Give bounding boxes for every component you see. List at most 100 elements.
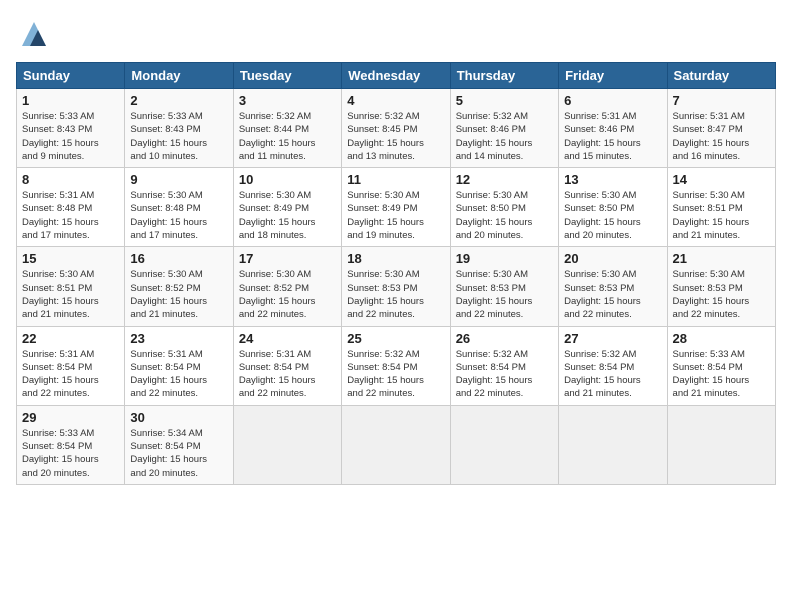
- calendar-cell: 12 Sunrise: 5:30 AMSunset: 8:50 PMDayligh…: [450, 168, 558, 247]
- calendar-row: 15 Sunrise: 5:30 AMSunset: 8:51 PMDayligh…: [17, 247, 776, 326]
- calendar-cell: 16Sunrise: 5:30 AMSunset: 8:52 PMDayligh…: [125, 247, 233, 326]
- day-number: 28: [673, 331, 770, 346]
- calendar-cell: 17Sunrise: 5:30 AMSunset: 8:52 PMDayligh…: [233, 247, 341, 326]
- day-info: Sunrise: 5:31 AMSunset: 8:54 PMDaylight:…: [130, 348, 227, 401]
- calendar-cell: 19 Sunrise: 5:30 AMSunset: 8:53 PMDayligh…: [450, 247, 558, 326]
- col-sunday: Sunday: [17, 63, 125, 89]
- calendar-row: 29Sunrise: 5:33 AMSunset: 8:54 PMDayligh…: [17, 405, 776, 484]
- day-number: 12: [456, 172, 553, 187]
- day-info: Sunrise: 5:30 AMSunset: 8:53 PMDaylight:…: [456, 268, 553, 321]
- calendar-cell: 21Sunrise: 5:30 AMSunset: 8:53 PMDayligh…: [667, 247, 775, 326]
- calendar-cell: 22 Sunrise: 5:31 AMSunset: 8:54 PMDayligh…: [17, 326, 125, 405]
- calendar-cell: 26Sunrise: 5:32 AMSunset: 8:54 PMDayligh…: [450, 326, 558, 405]
- day-info: Sunrise: 5:32 AMSunset: 8:54 PMDaylight:…: [564, 348, 661, 401]
- day-info: Sunrise: 5:30 AMSunset: 8:49 PMDaylight:…: [239, 189, 336, 242]
- day-info: Sunrise: 5:31 AMSunset: 8:47 PMDaylight:…: [673, 110, 770, 163]
- day-info: Sunrise: 5:32 AMSunset: 8:44 PMDaylight:…: [239, 110, 336, 163]
- logo: [16, 16, 56, 52]
- calendar-cell: [342, 405, 450, 484]
- col-friday: Friday: [559, 63, 667, 89]
- calendar-cell: [559, 405, 667, 484]
- day-number: 10: [239, 172, 336, 187]
- day-info: Sunrise: 5:32 AMSunset: 8:45 PMDaylight:…: [347, 110, 444, 163]
- day-info: Sunrise: 5:32 AMSunset: 8:46 PMDaylight:…: [456, 110, 553, 163]
- day-info: Sunrise: 5:30 AMSunset: 8:50 PMDaylight:…: [456, 189, 553, 242]
- day-info: Sunrise: 5:31 AMSunset: 8:54 PMDaylight:…: [239, 348, 336, 401]
- calendar-cell: 30Sunrise: 5:34 AMSunset: 8:54 PMDayligh…: [125, 405, 233, 484]
- day-number: 24: [239, 331, 336, 346]
- day-number: 4: [347, 93, 444, 108]
- day-number: 2: [130, 93, 227, 108]
- day-number: 6: [564, 93, 661, 108]
- day-number: 13: [564, 172, 661, 187]
- col-thursday: Thursday: [450, 63, 558, 89]
- day-number: 1: [22, 93, 119, 108]
- col-tuesday: Tuesday: [233, 63, 341, 89]
- calendar-cell: 1 Sunrise: 5:33 AMSunset: 8:43 PMDaylight…: [17, 89, 125, 168]
- calendar-row: 8 Sunrise: 5:31 AMSunset: 8:48 PMDaylight…: [17, 168, 776, 247]
- day-info: Sunrise: 5:32 AMSunset: 8:54 PMDaylight:…: [456, 348, 553, 401]
- day-info: Sunrise: 5:34 AMSunset: 8:54 PMDaylight:…: [130, 427, 227, 480]
- calendar-cell: 29Sunrise: 5:33 AMSunset: 8:54 PMDayligh…: [17, 405, 125, 484]
- day-info: Sunrise: 5:33 AMSunset: 8:54 PMDaylight:…: [673, 348, 770, 401]
- calendar-cell: 13 Sunrise: 5:30 AMSunset: 8:50 PMDayligh…: [559, 168, 667, 247]
- calendar-cell: 23 Sunrise: 5:31 AMSunset: 8:54 PMDayligh…: [125, 326, 233, 405]
- calendar-cell: 18 Sunrise: 5:30 AMSunset: 8:53 PMDayligh…: [342, 247, 450, 326]
- day-number: 5: [456, 93, 553, 108]
- day-number: 15: [22, 251, 119, 266]
- calendar-cell: 15 Sunrise: 5:30 AMSunset: 8:51 PMDayligh…: [17, 247, 125, 326]
- header: [16, 16, 776, 52]
- col-wednesday: Wednesday: [342, 63, 450, 89]
- calendar-table: Sunday Monday Tuesday Wednesday Thursday…: [16, 62, 776, 485]
- day-info: Sunrise: 5:33 AMSunset: 8:43 PMDaylight:…: [22, 110, 119, 163]
- calendar-cell: 6 Sunrise: 5:31 AMSunset: 8:46 PMDaylight…: [559, 89, 667, 168]
- day-info: Sunrise: 5:30 AMSunset: 8:52 PMDaylight:…: [130, 268, 227, 321]
- calendar-cell: [233, 405, 341, 484]
- calendar-cell: 24 Sunrise: 5:31 AMSunset: 8:54 PMDayligh…: [233, 326, 341, 405]
- calendar-cell: 5 Sunrise: 5:32 AMSunset: 8:46 PMDaylight…: [450, 89, 558, 168]
- calendar-body: 1 Sunrise: 5:33 AMSunset: 8:43 PMDaylight…: [17, 89, 776, 485]
- day-number: 11: [347, 172, 444, 187]
- calendar-cell: 11 Sunrise: 5:30 AMSunset: 8:49 PMDayligh…: [342, 168, 450, 247]
- day-number: 8: [22, 172, 119, 187]
- calendar-cell: 9 Sunrise: 5:30 AMSunset: 8:48 PMDaylight…: [125, 168, 233, 247]
- calendar-cell: 14 Sunrise: 5:30 AMSunset: 8:51 PMDayligh…: [667, 168, 775, 247]
- page: Sunday Monday Tuesday Wednesday Thursday…: [0, 0, 792, 612]
- header-row: Sunday Monday Tuesday Wednesday Thursday…: [17, 63, 776, 89]
- calendar-cell: 25Sunrise: 5:32 AMSunset: 8:54 PMDayligh…: [342, 326, 450, 405]
- calendar-cell: 7 Sunrise: 5:31 AMSunset: 8:47 PMDaylight…: [667, 89, 775, 168]
- day-number: 29: [22, 410, 119, 425]
- day-number: 7: [673, 93, 770, 108]
- calendar-cell: 28 Sunrise: 5:33 AMSunset: 8:54 PMDayligh…: [667, 326, 775, 405]
- day-info: Sunrise: 5:30 AMSunset: 8:49 PMDaylight:…: [347, 189, 444, 242]
- day-info: Sunrise: 5:30 AMSunset: 8:48 PMDaylight:…: [130, 189, 227, 242]
- calendar-cell: [450, 405, 558, 484]
- day-info: Sunrise: 5:30 AMSunset: 8:53 PMDaylight:…: [673, 268, 770, 321]
- calendar-cell: 10 Sunrise: 5:30 AMSunset: 8:49 PMDayligh…: [233, 168, 341, 247]
- day-number: 22: [22, 331, 119, 346]
- col-monday: Monday: [125, 63, 233, 89]
- day-info: Sunrise: 5:30 AMSunset: 8:50 PMDaylight:…: [564, 189, 661, 242]
- day-info: Sunrise: 5:32 AMSunset: 8:54 PMDaylight:…: [347, 348, 444, 401]
- calendar-cell: 3 Sunrise: 5:32 AMSunset: 8:44 PMDaylight…: [233, 89, 341, 168]
- day-info: Sunrise: 5:30 AMSunset: 8:53 PMDaylight:…: [347, 268, 444, 321]
- day-info: Sunrise: 5:31 AMSunset: 8:48 PMDaylight:…: [22, 189, 119, 242]
- calendar-cell: 20 Sunrise: 5:30 AMSunset: 8:53 PMDayligh…: [559, 247, 667, 326]
- day-number: 20: [564, 251, 661, 266]
- calendar-cell: 4 Sunrise: 5:32 AMSunset: 8:45 PMDaylight…: [342, 89, 450, 168]
- day-number: 19: [456, 251, 553, 266]
- day-number: 14: [673, 172, 770, 187]
- calendar-row: 1 Sunrise: 5:33 AMSunset: 8:43 PMDaylight…: [17, 89, 776, 168]
- day-info: Sunrise: 5:31 AMSunset: 8:46 PMDaylight:…: [564, 110, 661, 163]
- day-number: 23: [130, 331, 227, 346]
- day-info: Sunrise: 5:31 AMSunset: 8:54 PMDaylight:…: [22, 348, 119, 401]
- day-info: Sunrise: 5:30 AMSunset: 8:53 PMDaylight:…: [564, 268, 661, 321]
- col-saturday: Saturday: [667, 63, 775, 89]
- calendar-cell: 8 Sunrise: 5:31 AMSunset: 8:48 PMDaylight…: [17, 168, 125, 247]
- day-number: 9: [130, 172, 227, 187]
- day-number: 18: [347, 251, 444, 266]
- day-info: Sunrise: 5:30 AMSunset: 8:51 PMDaylight:…: [673, 189, 770, 242]
- day-info: Sunrise: 5:30 AMSunset: 8:51 PMDaylight:…: [22, 268, 119, 321]
- day-number: 3: [239, 93, 336, 108]
- calendar-cell: [667, 405, 775, 484]
